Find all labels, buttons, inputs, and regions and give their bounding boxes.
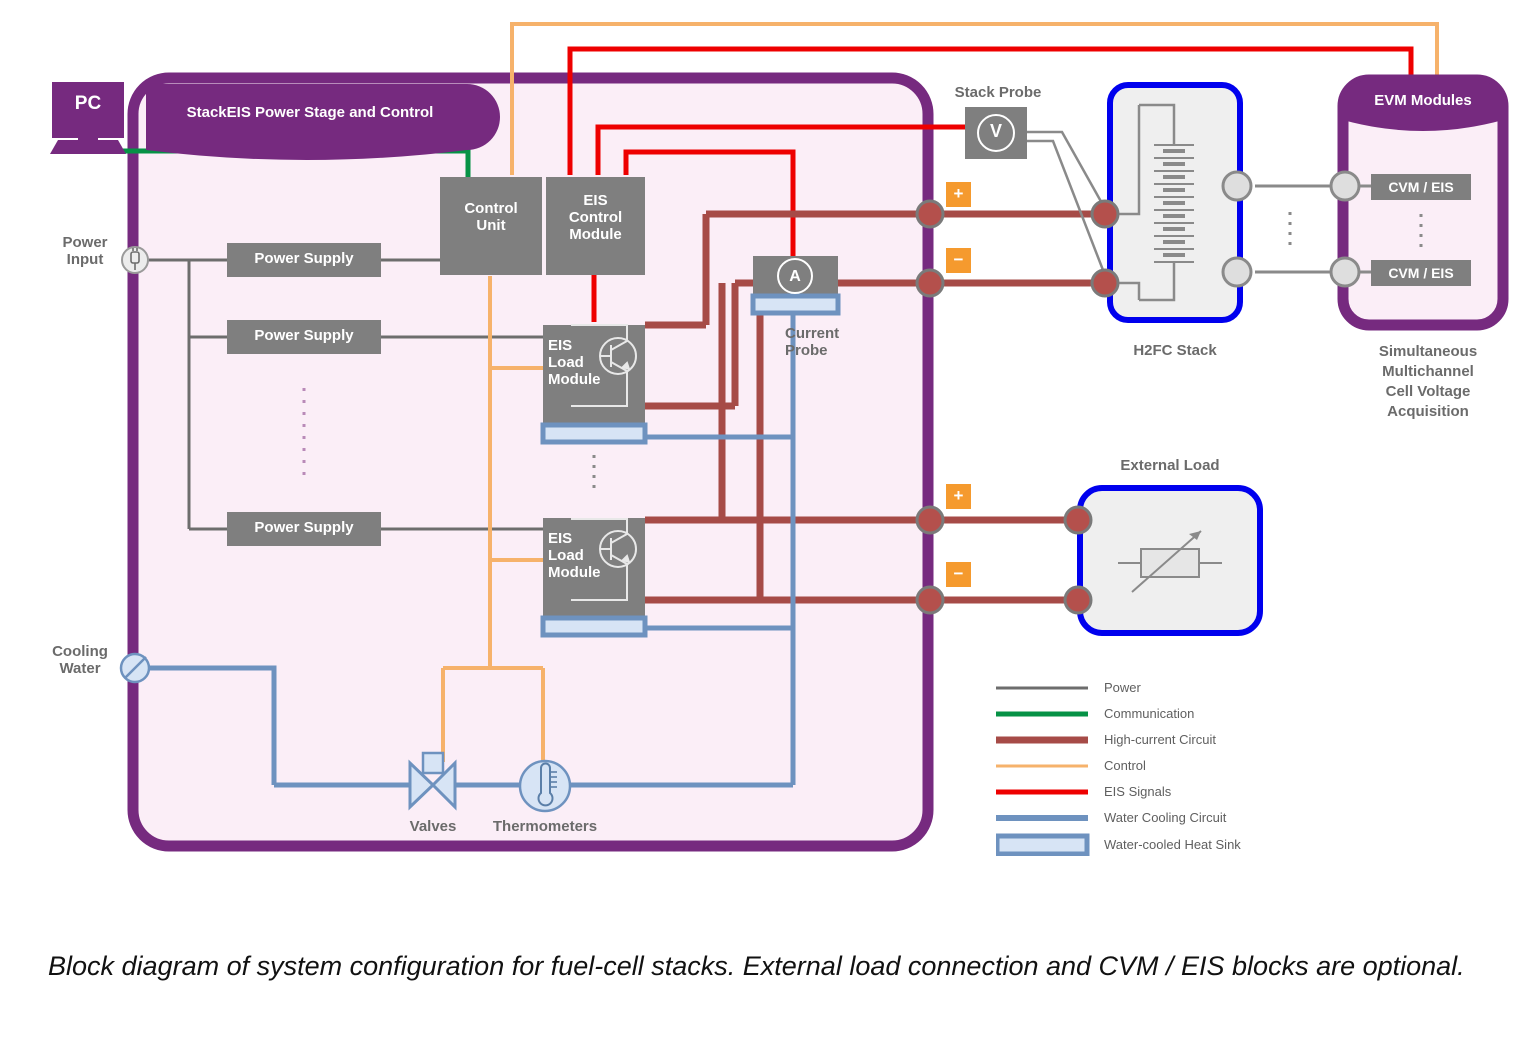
stack-probe-symbol: V [989,121,1002,141]
legend-label-communication: Communication [1104,706,1195,721]
legend-label-water-cooling: Water Cooling Circuit [1104,810,1227,825]
thermometers-label: Thermometers [492,818,598,835]
legend-label-high-current: High-current Circuit [1104,732,1216,747]
cvm-sense-lines [1255,184,1330,274]
figure-caption: Block diagram of system configuration fo… [48,951,1465,981]
current-probe-label: Current Probe [785,325,840,359]
power-supply-3-label: Power Supply [254,519,354,536]
control-unit-label: Control Unit [464,200,518,234]
legend-label-control: Control [1104,758,1146,773]
current-probe-symbol: A [789,268,801,285]
thermometer-icon [518,759,572,813]
cooling-water-label: Cooling Water [52,643,108,677]
cvm-eis-2-label: CVM / EIS [1388,265,1454,281]
legend-label-eis-signals: EIS Signals [1104,784,1172,799]
diagram-canvas: StackEIS Power Stage and Control PC Powe… [0,0,1525,1045]
external-load-box[interactable] [1077,485,1263,636]
polarity-plus-load: + [953,486,964,505]
legend: Power Communication High-current Circuit… [994,676,1286,861]
pc-label: PC [74,93,102,114]
h2fc-stack-label: H2FC Stack [1133,342,1217,359]
evm-caption: Simultaneous Multichannel Cell Voltage A… [1378,343,1478,420]
legend-label-heat-sink: Water-cooled Heat Sink [1104,837,1241,852]
polarity-minus-stack: − [953,250,964,269]
evm-modules-label: EVM Modules [1374,92,1472,109]
power-input-label: Power Input [62,234,108,268]
power-supply-2-label: Power Supply [254,327,354,344]
stackeis-title-pill [146,84,500,160]
eis-load-module-1-label: EIS Load Module [548,337,601,388]
stack-probe-label: Stack Probe [954,84,1042,101]
legend-label-power: Power [1104,680,1141,695]
evm-modules-box[interactable] [1329,74,1509,331]
eis-control-module-label: EIS Control Module [568,192,623,243]
polarity-plus-stack: + [953,184,964,203]
cvm-eis-1-label: CVM / EIS [1388,179,1454,195]
polarity-minus-load: − [953,564,964,583]
stackeis-title: StackEIS Power Stage and Control [186,104,434,121]
eis-load-module-2-label: EIS Load Module [548,530,601,581]
h2fc-stack-box[interactable] [1107,82,1243,323]
power-supply-1-label: Power Supply [254,250,354,267]
external-load-label: External Load [1120,457,1220,474]
